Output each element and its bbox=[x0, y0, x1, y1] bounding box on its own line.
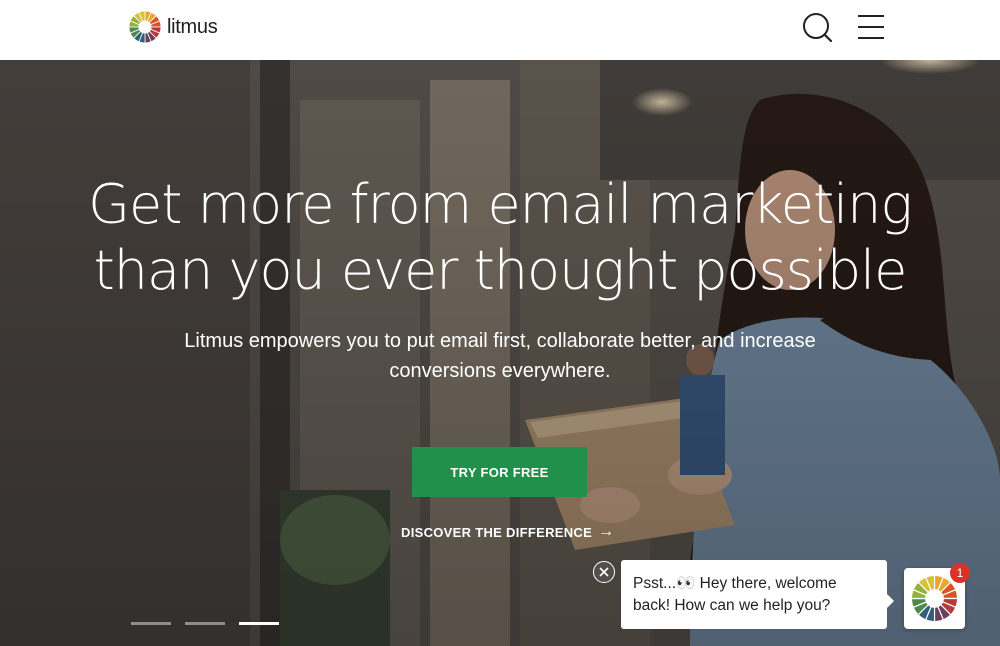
chat-message-line-2: back! How can we help you? bbox=[633, 597, 831, 614]
hero-subheading: Litmus empowers you to put email first, … bbox=[184, 330, 816, 382]
menu-line bbox=[858, 26, 884, 28]
litmus-logo[interactable]: litmus bbox=[128, 10, 218, 44]
logo-wheel-icon bbox=[128, 10, 162, 44]
slide-indicators bbox=[131, 622, 293, 625]
menu-line bbox=[858, 37, 884, 39]
unread-message-badge: 1 bbox=[950, 563, 970, 583]
discover-the-difference-link[interactable]: DISCOVER THE DIFFERENCE → bbox=[401, 523, 614, 541]
top-navigation-bar: litmus bbox=[0, 0, 1000, 60]
slide-indicator-1[interactable] bbox=[131, 622, 171, 625]
hero-section: Get more from email marketing than you e… bbox=[0, 60, 1000, 646]
arrow-right-icon: → bbox=[598, 523, 615, 540]
slide-indicator-3[interactable] bbox=[239, 622, 279, 625]
hero-content: Get more from email marketing than you e… bbox=[0, 60, 1000, 646]
menu-line bbox=[858, 15, 884, 17]
chat-close-button[interactable] bbox=[593, 561, 615, 583]
discover-label: DISCOVER THE DIFFERENCE bbox=[401, 524, 593, 540]
try-for-free-button[interactable]: TRY FOR FREE bbox=[412, 447, 587, 497]
litmus-chat-avatar-icon bbox=[910, 574, 959, 623]
logo-text: litmus bbox=[167, 15, 218, 38]
close-icon bbox=[599, 567, 609, 577]
hero-headline: Get more from email marketing than you e… bbox=[0, 172, 1000, 304]
chat-message-bubble[interactable]: Psst...👀 Hey there, welcome back! How ca… bbox=[621, 560, 894, 629]
hamburger-menu-button[interactable] bbox=[854, 12, 888, 42]
slide-indicator-2[interactable] bbox=[185, 622, 225, 625]
chat-message-line-1: Psst...👀 Hey there, welcome bbox=[633, 575, 837, 592]
headline-line-1: Get more from email marketing bbox=[88, 173, 913, 236]
headline-line-2: than you ever thought possible bbox=[93, 239, 908, 302]
search-button[interactable] bbox=[799, 9, 837, 47]
search-icon bbox=[803, 13, 833, 43]
